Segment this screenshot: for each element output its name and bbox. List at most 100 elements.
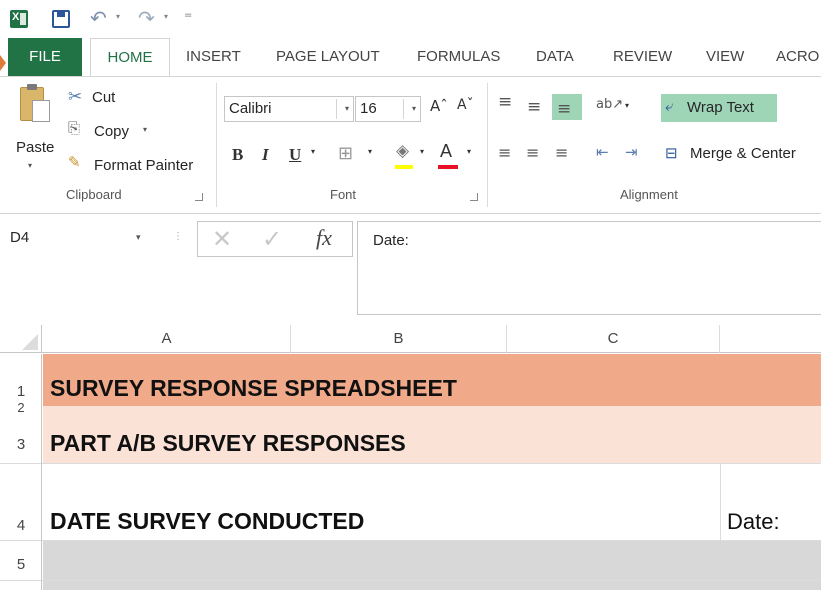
wrap-text-label: Wrap Text (687, 99, 754, 116)
tab-acrobat[interactable]: ACRO (776, 38, 819, 76)
bold-button[interactable]: B (232, 145, 243, 165)
column-header-b[interactable]: B (291, 325, 507, 353)
wrap-text-button[interactable]: ⤶ Wrap Text (661, 94, 777, 122)
copy-icon[interactable]: ⎘ (68, 119, 80, 137)
clipboard-launcher-icon[interactable] (195, 193, 203, 201)
name-box[interactable]: D4 ▾ (8, 223, 158, 253)
orientation-icon[interactable]: ab↗ (596, 97, 623, 112)
cell-a1[interactable]: SURVEY RESPONSE SPREADSHEET (50, 375, 457, 402)
copy-button[interactable]: Copy (94, 123, 129, 140)
wrap-text-icon: ⤶ (665, 98, 674, 115)
chevron-down-icon: ▾ (136, 233, 141, 243)
underline-dropdown-icon[interactable]: ▾ (311, 147, 315, 156)
paste-icon[interactable] (20, 84, 50, 122)
cut-button[interactable]: Cut (92, 89, 115, 106)
shrink-font-icon[interactable]: Aˇ (457, 97, 474, 113)
row-5-band (43, 540, 821, 590)
quick-access-toolbar: ↶ ▾ ↷ ▾ = (0, 0, 821, 38)
row-number: 2 (17, 400, 25, 415)
borders-icon[interactable]: ⊞ (338, 143, 353, 164)
align-right-icon[interactable]: ≡ (555, 143, 568, 162)
column-header-row: A B C (0, 325, 821, 353)
cell-d4[interactable]: Date: (727, 509, 780, 535)
select-all-corner[interactable] (0, 325, 42, 353)
tab-insert[interactable]: INSERT (186, 38, 241, 76)
middle-align-icon[interactable]: ≡ (527, 97, 541, 117)
redo-dropdown-icon[interactable]: ▾ (164, 12, 168, 21)
divider (336, 99, 337, 119)
font-launcher-icon[interactable] (470, 193, 478, 201)
customize-toolbar-icon[interactable]: = (184, 10, 192, 21)
bottom-align-icon[interactable]: ≡ (557, 99, 571, 119)
name-box-value: D4 (10, 229, 30, 246)
clipboard-group-label: Clipboard (66, 187, 122, 202)
save-icon[interactable] (52, 10, 70, 28)
column-header-d[interactable] (720, 325, 821, 353)
chevron-down-icon: ▾ (411, 104, 416, 113)
excel-logo-icon[interactable] (10, 10, 28, 28)
tab-review[interactable]: REVIEW (613, 38, 672, 76)
tab-home[interactable]: HOME (90, 38, 170, 77)
formula-input[interactable]: Date: (357, 221, 821, 315)
align-center-icon[interactable]: ≡ (526, 143, 539, 162)
decrease-indent-icon[interactable]: ⇤ (596, 143, 609, 161)
group-divider (487, 83, 488, 207)
tab-view[interactable]: VIEW (706, 38, 744, 76)
row-header[interactable]: 4 (0, 463, 42, 540)
resize-handle-icon[interactable]: ⋮ (173, 231, 183, 242)
insert-function-icon[interactable]: fx (316, 225, 332, 251)
redo-icon[interactable]: ↷ (138, 6, 155, 30)
merge-center-button[interactable]: Merge & Center (690, 145, 796, 162)
row-number: 3 (16, 436, 26, 453)
increase-indent-icon[interactable]: ⇥ (625, 143, 638, 161)
underline-button[interactable]: U (289, 145, 301, 165)
divider (403, 99, 404, 119)
row-number: 4 (16, 517, 26, 534)
row-header[interactable]: 1 (0, 354, 42, 406)
cell-a3[interactable]: PART A/B SURVEY RESPONSES (50, 430, 406, 457)
row-number: 5 (16, 556, 26, 573)
worksheet-grid: A B C 1 2 3 4 5 SURVEY RESPONSE SPREADSH… (0, 325, 821, 590)
align-left-icon[interactable]: ≡ (498, 143, 511, 162)
row-header[interactable]: 5 (0, 540, 42, 590)
paste-button-label[interactable]: Paste (16, 139, 54, 156)
borders-dropdown-icon[interactable]: ▾ (368, 147, 372, 156)
formula-content: Date: (373, 232, 409, 249)
font-color-dropdown-icon[interactable]: ▾ (467, 147, 471, 156)
tab-file[interactable]: FILE (8, 38, 82, 76)
enter-icon[interactable]: ✓ (262, 225, 282, 253)
column-header-c[interactable]: C (507, 325, 720, 353)
fill-color-icon[interactable]: ◈ (396, 141, 409, 161)
font-size-value: 16 (360, 100, 377, 117)
top-align-icon[interactable]: ≡ (498, 92, 512, 112)
row-header[interactable]: 2 3 (0, 400, 42, 463)
undo-dropdown-icon[interactable]: ▾ (116, 12, 120, 21)
tab-formulas[interactable]: FORMULAS (417, 38, 500, 76)
formula-bar: D4 ▾ ⋮ ✕ ✓ fx Date: (0, 215, 821, 325)
column-header-a[interactable]: A (43, 325, 291, 353)
format-painter-button[interactable]: Format Painter (94, 157, 193, 174)
group-divider (216, 83, 217, 207)
undo-icon[interactable]: ↶ (90, 6, 107, 30)
format-painter-icon[interactable]: ✎ (68, 153, 81, 171)
paste-dropdown-icon[interactable]: ▾ (28, 161, 32, 170)
pointer-marker-icon (0, 55, 6, 71)
cut-icon[interactable]: ✂ (68, 87, 82, 107)
tab-page-layout[interactable]: PAGE LAYOUT (276, 38, 380, 76)
alignment-group-label: Alignment (620, 187, 678, 202)
ribbon-home: Paste ▾ ✂ Cut ⎘ Copy ▾ ✎ Format Painter … (0, 76, 821, 214)
merge-center-icon[interactable]: ⊟ (665, 144, 678, 162)
tab-data[interactable]: DATA (536, 38, 574, 76)
cell-a4[interactable]: DATE SURVEY CONDUCTED (50, 508, 364, 535)
font-name-select[interactable]: Calibri ▾ (224, 96, 354, 122)
grow-font-icon[interactable]: Aˆ (430, 97, 448, 115)
copy-dropdown-icon[interactable]: ▾ (143, 125, 147, 134)
italic-button[interactable]: I (262, 145, 269, 165)
font-group-label: Font (330, 187, 357, 202)
fill-color-dropdown-icon[interactable]: ▾ (420, 147, 424, 156)
font-size-select[interactable]: 16 ▾ (355, 96, 421, 122)
orientation-dropdown-icon[interactable]: ▾ (625, 101, 629, 110)
ribbon-tabs: FILE HOME INSERT PAGE LAYOUT FORMULAS DA… (0, 38, 821, 77)
cancel-icon[interactable]: ✕ (212, 225, 232, 253)
font-color-icon[interactable]: A (440, 141, 452, 162)
